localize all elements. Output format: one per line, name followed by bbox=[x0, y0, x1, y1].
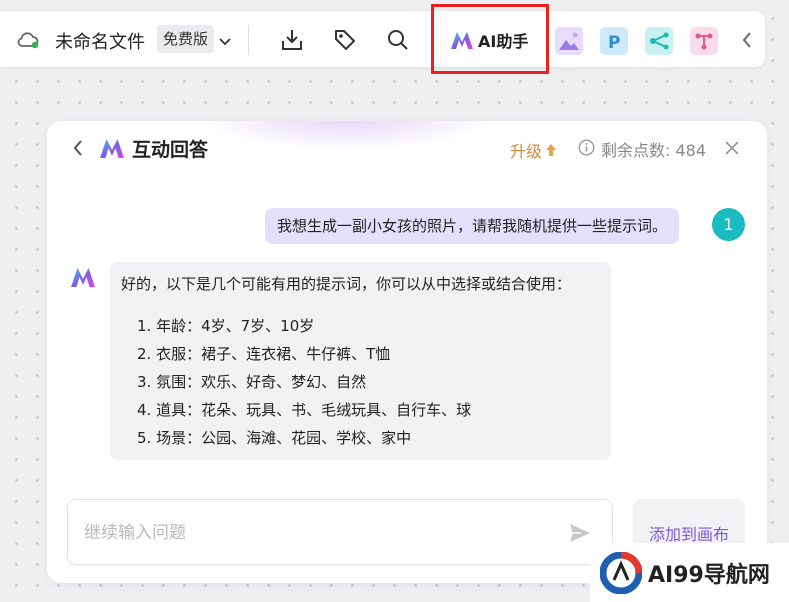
user-avatar: 1 bbox=[712, 208, 745, 241]
search-icon[interactable] bbox=[385, 27, 411, 53]
list-item: 5. 场景：公园、海滩、花园、学校、家中 bbox=[137, 429, 412, 447]
ai-assistant-button[interactable]: AI助手 bbox=[450, 29, 528, 51]
cloud-sync-icon[interactable] bbox=[16, 30, 40, 50]
p-plugin-icon[interactable]: P bbox=[600, 27, 628, 55]
upgrade-label: 升级 bbox=[510, 142, 543, 161]
top-toolbar: 未命名文件 免费版 AI助手 P bbox=[0, 4, 765, 74]
tag-icon[interactable] bbox=[332, 27, 358, 53]
watermark: AI99导航网 bbox=[590, 543, 789, 602]
list-item: 1. 年龄：4岁、7岁、10岁 bbox=[137, 317, 315, 335]
watermark-text: AI99导航网 bbox=[648, 562, 770, 588]
panel-title: 互动回答 bbox=[132, 139, 209, 161]
user-message-bubble: 我想生成一副小女孩的照片，请帮我随机提供一些提示词。 bbox=[265, 208, 680, 244]
upgrade-button[interactable]: 升级 bbox=[510, 138, 557, 162]
ai-assistant-label: AI助手 bbox=[478, 32, 529, 51]
bot-avatar-icon bbox=[70, 266, 96, 288]
bot-message-bubble: 好的，以下是几个可能有用的提示词，你可以从中选择或结合使用： 1. 年龄：4岁、… bbox=[110, 262, 611, 460]
flowchart-plugin-icon[interactable] bbox=[690, 27, 718, 55]
chat-input-box bbox=[67, 499, 613, 565]
panel-glow bbox=[197, 121, 497, 151]
remaining-points: 剩余点数: 484 bbox=[601, 141, 707, 160]
ai99-logo-icon bbox=[599, 551, 643, 594]
list-item: 3. 氛围：欢乐、好奇、梦幻、自然 bbox=[137, 373, 367, 391]
chevron-down-icon[interactable] bbox=[218, 33, 232, 46]
upgrade-arrow-icon bbox=[546, 144, 557, 156]
bot-intro-text: 好的，以下是几个可能有用的提示词，你可以从中选择或结合使用： bbox=[121, 275, 572, 293]
ai-chat-panel: 互动回答 升级 剩余点数: 484 我想生成一副小女孩的照片，请帮我随机提供一些… bbox=[47, 121, 767, 583]
collapse-left-icon[interactable] bbox=[740, 30, 754, 50]
mindmap-plugin-icon[interactable] bbox=[645, 27, 673, 55]
image-gen-plugin-icon[interactable] bbox=[555, 27, 583, 55]
send-icon[interactable] bbox=[568, 521, 592, 545]
back-arrow-icon[interactable] bbox=[71, 138, 85, 158]
list-item: 4. 道具：花朵、玩具、书、毛绒玩具、自行车、球 bbox=[137, 401, 472, 419]
list-item: 2. 衣服：裙子、连衣裙、牛仔裤、T恤 bbox=[137, 345, 391, 363]
download-icon[interactable] bbox=[279, 27, 305, 53]
info-icon[interactable] bbox=[578, 139, 595, 156]
ai-logo-icon bbox=[450, 30, 474, 50]
svg-text:P: P bbox=[608, 33, 620, 53]
toolbar-divider bbox=[248, 25, 249, 55]
close-icon[interactable] bbox=[724, 140, 740, 156]
plan-badge: 免费版 bbox=[157, 25, 215, 53]
question-input[interactable] bbox=[84, 520, 544, 546]
prompt-list: 1. 年龄：4岁、7岁、10岁 2. 衣服：裙子、连衣裙、牛仔裤、T恤 3. 氛… bbox=[121, 312, 600, 452]
ai-logo-icon bbox=[99, 137, 125, 159]
file-name[interactable]: 未命名文件 bbox=[55, 28, 145, 54]
